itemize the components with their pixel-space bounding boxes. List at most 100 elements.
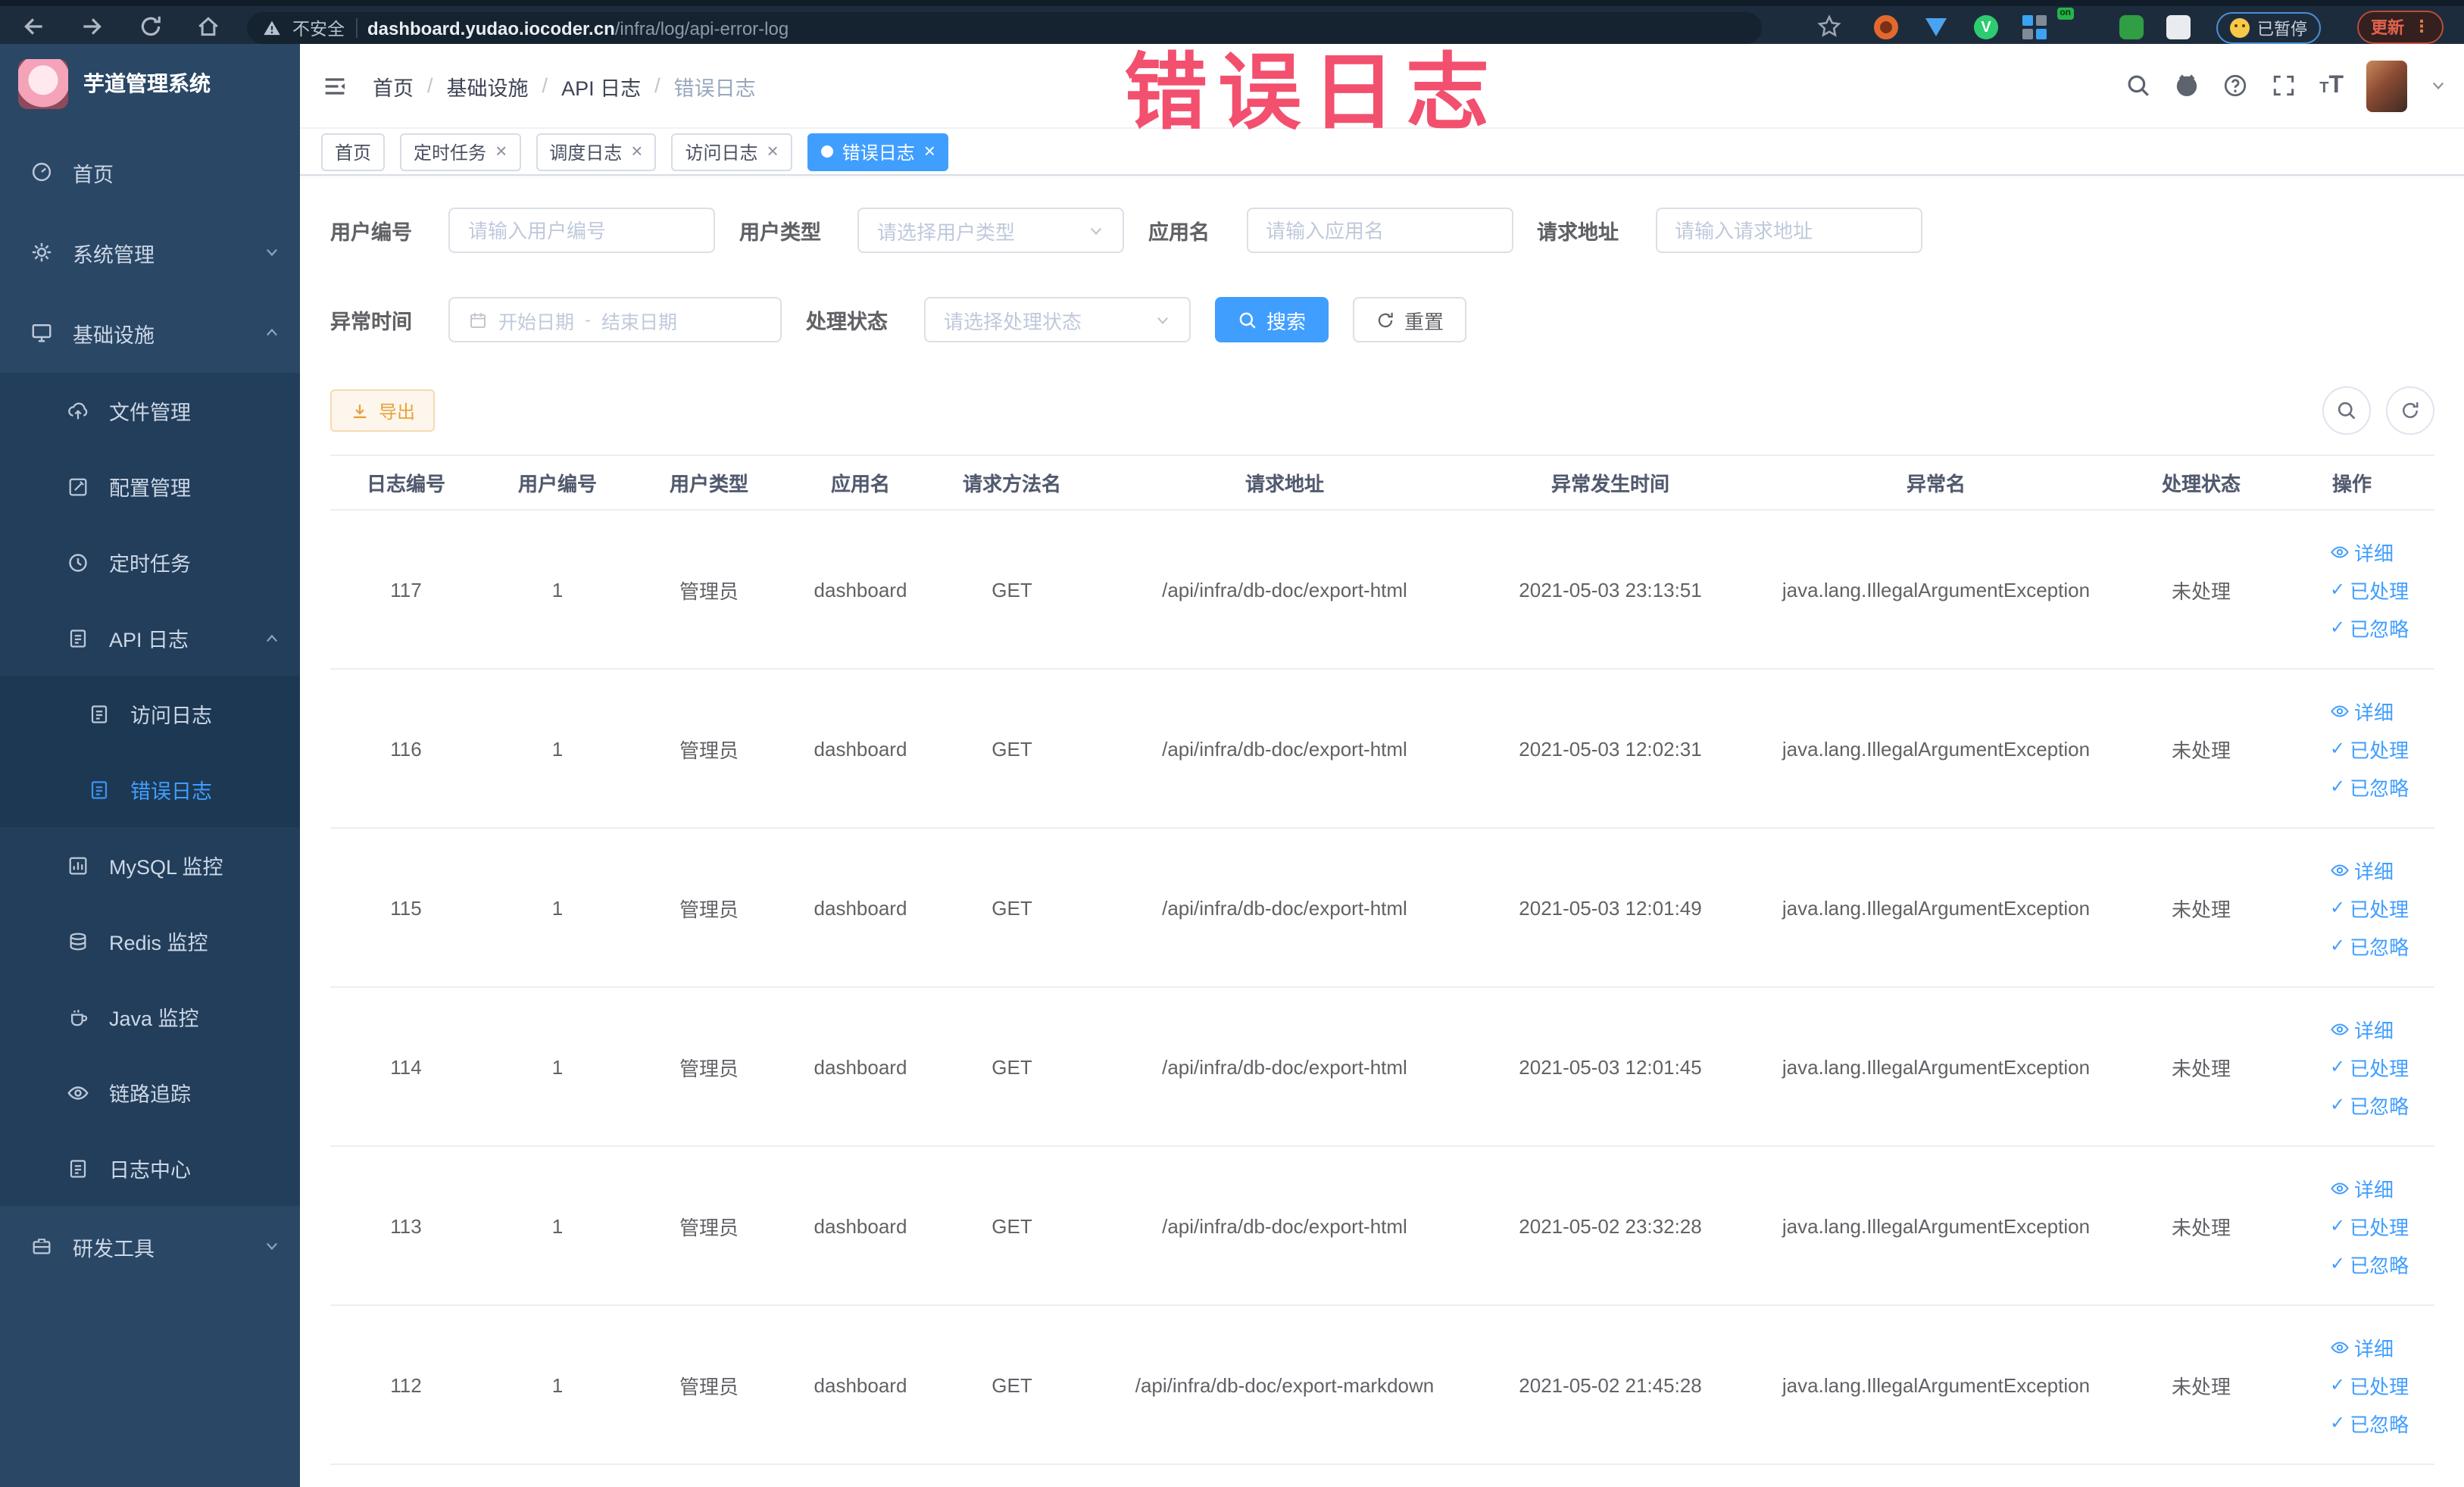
- mark-ignored-link[interactable]: ✓ 已忽略: [2330, 772, 2409, 801]
- cell-exception-name: java.lang.IllegalArgumentException: [1782, 1055, 2091, 1078]
- cell-actions: 详细 ✓ 已处理 ✓ 已忽略: [2269, 855, 2434, 960]
- orange-extension-icon[interactable]: [1874, 15, 1898, 39]
- cell-exception-time: 2021-05-02 23:32:28: [1519, 1214, 1702, 1237]
- detail-link[interactable]: 详细: [2330, 537, 2394, 566]
- tab-schedule-logs[interactable]: 调度日志 ×: [536, 133, 657, 170]
- process-status-select[interactable]: 请选择处理状态: [924, 297, 1191, 342]
- sidebar-item-api-logs[interactable]: API 日志: [0, 600, 300, 676]
- hamburger-menu-icon[interactable]: [321, 72, 348, 99]
- search-icon[interactable]: [2125, 73, 2151, 98]
- tab-error-logs[interactable]: 错误日志 ×: [807, 133, 949, 170]
- table-toolbar: 导出: [330, 386, 2434, 435]
- table-row: 115 1 管理员 dashboard GET /api/infra/db-do…: [330, 829, 2434, 988]
- github-icon[interactable]: [2174, 73, 2200, 98]
- user-id-input[interactable]: [448, 208, 715, 253]
- app-name-input[interactable]: [1246, 208, 1513, 253]
- search-button[interactable]: 搜索: [1215, 297, 1329, 342]
- cell-app-name: dashboard: [814, 1373, 907, 1396]
- chevron-down-icon: [264, 1238, 280, 1254]
- sidebar-item-log-center[interactable]: 日志中心: [0, 1130, 300, 1206]
- shield-extension-icon[interactable]: [1925, 18, 1947, 36]
- forward-icon[interactable]: [79, 14, 105, 39]
- sidebar-item-trace[interactable]: 链路追踪: [0, 1054, 300, 1130]
- eye-icon: [2330, 1337, 2350, 1357]
- sidebar-item-dev-tools[interactable]: 研发工具: [0, 1206, 300, 1286]
- mark-ignored-link[interactable]: ✓ 已忽略: [2330, 931, 2409, 960]
- mark-ignored-link[interactable]: ✓ 已忽略: [2330, 1090, 2409, 1119]
- sidebar-item-file-management[interactable]: 文件管理: [0, 373, 300, 448]
- detail-link[interactable]: 详细: [2330, 1332, 2394, 1361]
- close-icon[interactable]: ×: [495, 141, 507, 161]
- help-icon[interactable]: [2222, 73, 2248, 98]
- back-icon[interactable]: [21, 14, 47, 39]
- cell-user-id: 1: [551, 896, 564, 919]
- sidebar-item-access-logs[interactable]: 访问日志: [0, 676, 300, 751]
- reload-icon[interactable]: [138, 14, 164, 39]
- page-url[interactable]: dashboard.yudao.iocoder.cn/infra/log/api…: [367, 17, 789, 39]
- error-log-table: 日志编号 用户编号 用户类型 应用名 请求方法名 请求地址 异常发生时间 异常名…: [330, 455, 2434, 1465]
- cell-request-url: /api/infra/db-doc/export-html: [1162, 1055, 1407, 1078]
- eye-icon: [2330, 701, 2350, 720]
- breadcrumb-infrastructure[interactable]: 基础设施: [447, 70, 529, 101]
- close-icon[interactable]: ×: [767, 141, 779, 161]
- detail-link[interactable]: 详细: [2330, 855, 2394, 884]
- toggle-search-button[interactable]: [2322, 386, 2371, 435]
- request-url-input[interactable]: [1655, 208, 1922, 253]
- sidebar-item-error-logs[interactable]: 错误日志: [0, 751, 300, 827]
- not-secure-warning-icon[interactable]: [262, 18, 282, 38]
- vue-devtools-icon[interactable]: V: [1974, 15, 1998, 39]
- exception-time-range-picker[interactable]: 开始日期 - 结束日期: [448, 297, 782, 342]
- user-menu-caret-icon[interactable]: [2430, 77, 2447, 94]
- sidebar-item-redis-monitor[interactable]: Redis 监控: [0, 903, 300, 979]
- breadcrumb-api-logs[interactable]: API 日志: [561, 70, 641, 101]
- mark-processed-link[interactable]: ✓ 已处理: [2330, 575, 2409, 604]
- sidebar-item-home[interactable]: 首页: [0, 132, 300, 212]
- tab-scheduled-tasks[interactable]: 定时任务 ×: [400, 133, 521, 170]
- paused-profile-chip[interactable]: 已暂停: [2216, 12, 2321, 44]
- font-size-icon[interactable]: TT: [2319, 73, 2344, 98]
- export-button[interactable]: 导出: [330, 389, 436, 432]
- detail-link[interactable]: 详细: [2330, 696, 2394, 725]
- user-type-select[interactable]: 请选择用户类型: [857, 208, 1124, 253]
- mark-ignored-link[interactable]: ✓ 已忽略: [2330, 1249, 2409, 1278]
- mark-processed-link[interactable]: ✓ 已处理: [2330, 1370, 2409, 1399]
- mark-processed-link[interactable]: ✓ 已处理: [2330, 893, 2409, 922]
- app-frame: 芋道管理系统 首页 系统管理 基础设施 文件管理 配置管理 定时任务 API 日…: [0, 44, 2464, 1487]
- sidebar-item-config-management[interactable]: 配置管理: [0, 448, 300, 524]
- breadcrumb-home[interactable]: 首页: [373, 70, 414, 101]
- sidebar-item-java-monitor[interactable]: Java 监控: [0, 979, 300, 1054]
- leaf-extension-icon[interactable]: [2119, 15, 2144, 39]
- reset-button[interactable]: 重置: [1353, 297, 1467, 342]
- mark-ignored-link[interactable]: ✓ 已忽略: [2330, 613, 2409, 642]
- sidebar-item-mysql-monitor[interactable]: MySQL 监控: [0, 827, 300, 903]
- bookmark-star-icon[interactable]: [1816, 14, 1842, 39]
- home-icon[interactable]: [195, 14, 221, 39]
- detail-link[interactable]: 详细: [2330, 1014, 2394, 1043]
- fullscreen-icon[interactable]: [2271, 73, 2297, 98]
- mark-processed-link[interactable]: ✓ 已处理: [2330, 1052, 2409, 1081]
- sidebar-item-scheduled-tasks[interactable]: 定时任务: [0, 524, 300, 600]
- grid-extension-icon[interactable]: [2022, 15, 2047, 39]
- sidebar-item-system-management[interactable]: 系统管理: [0, 212, 300, 292]
- sidebar-item-infrastructure[interactable]: 基础设施: [0, 292, 300, 373]
- address-bar[interactable]: 不安全 dashboard.yudao.iocoder.cn/infra/log…: [247, 12, 1762, 44]
- mark-processed-link[interactable]: ✓ 已处理: [2330, 1211, 2409, 1240]
- omnibox-divider: [355, 18, 357, 38]
- close-icon[interactable]: ×: [631, 141, 642, 161]
- extensions-puzzle-icon[interactable]: [2166, 15, 2191, 39]
- tab-access-logs[interactable]: 访问日志 ×: [671, 133, 792, 170]
- mark-ignored-link[interactable]: ✓ 已忽略: [2330, 1408, 2409, 1437]
- refresh-table-button[interactable]: [2386, 386, 2434, 435]
- close-icon[interactable]: ×: [924, 141, 935, 161]
- browser-menu-icon[interactable]: ⋮: [2413, 19, 2430, 36]
- tab-home[interactable]: 首页: [321, 133, 386, 170]
- detail-link[interactable]: 详细: [2330, 1173, 2394, 1202]
- mark-processed-link[interactable]: ✓ 已处理: [2330, 734, 2409, 763]
- browser-update-button[interactable]: 更新 ⋮: [2357, 11, 2444, 44]
- app-logo[interactable]: 芋道管理系统: [0, 47, 300, 120]
- cell-exception-time: 2021-05-02 21:45:28: [1519, 1373, 1702, 1396]
- cell-app-name: dashboard: [814, 1214, 907, 1237]
- avatar[interactable]: [2366, 60, 2407, 111]
- cell-user-id: 1: [551, 1373, 564, 1396]
- cell-log-id: 114: [390, 1055, 422, 1078]
